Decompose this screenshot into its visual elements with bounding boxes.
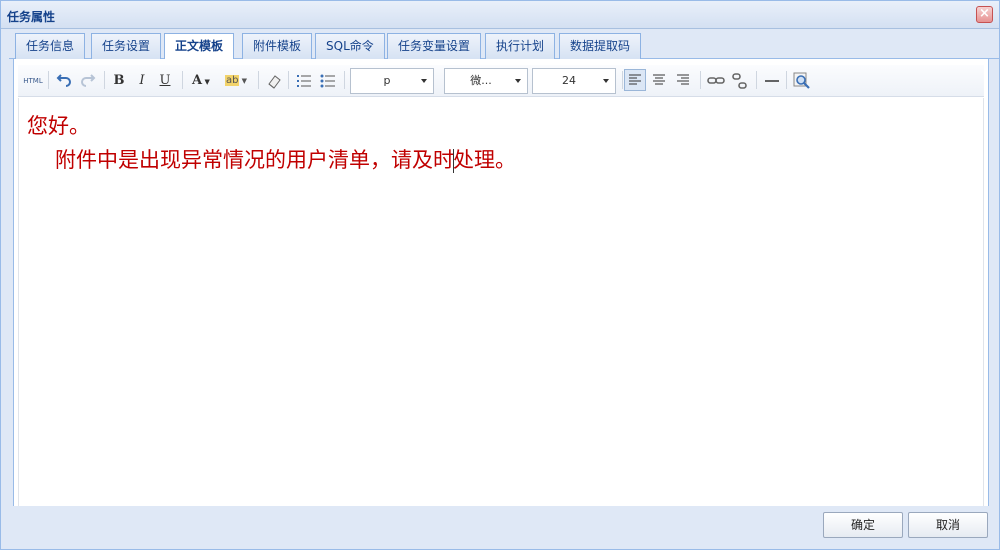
- align-right-button[interactable]: [672, 69, 694, 91]
- tab-body-template[interactable]: 正文模板: [164, 33, 235, 60]
- tab-task-settings[interactable]: 任务设置: [91, 33, 162, 59]
- rich-text-editor[interactable]: 您好。 附件中是出现异常情况的用户清单，请及时处理。: [18, 98, 984, 510]
- horizontal-rule-icon: [765, 80, 779, 82]
- toolbar-separator: [258, 71, 259, 89]
- horizontal-rule-button[interactable]: [760, 69, 782, 91]
- chevron-down-icon: ▼: [239, 77, 248, 85]
- toolbar-separator: [182, 71, 183, 89]
- unlink-icon: [732, 73, 747, 89]
- remove-link-button[interactable]: [728, 69, 750, 91]
- tab-schedule[interactable]: 执行计划: [485, 33, 556, 59]
- magnifier-icon: [793, 72, 810, 89]
- dialog-footer: 确定 取消: [1, 506, 999, 549]
- font-family-select[interactable]: 微...: [444, 68, 528, 94]
- editor-line-body: 附件中是出现异常情况的用户清单，请及时处理。: [55, 144, 516, 174]
- ok-button[interactable]: 确定: [823, 512, 903, 538]
- task-properties-dialog: 任务属性 × 任务信息 任务设置 正文模板 附件模板 SQL命令 任务变量设置 …: [0, 0, 1000, 550]
- undo-button[interactable]: [52, 69, 74, 91]
- tab-attachment-template[interactable]: 附件模板: [242, 33, 313, 59]
- highlight-icon: ab: [224, 75, 240, 86]
- bold-button[interactable]: B: [108, 69, 130, 91]
- highlight-color-button[interactable]: ab ▼: [220, 69, 252, 91]
- editor-text-after-caret: 处理。: [453, 148, 516, 172]
- unordered-list-button[interactable]: [316, 69, 338, 91]
- ordered-list-icon: [297, 75, 311, 87]
- chevron-down-icon: ▼: [202, 77, 210, 86]
- dialog-body: 任务信息 任务设置 正文模板 附件模板 SQL命令 任务变量设置 执行计划 数据…: [5, 31, 999, 515]
- close-button[interactable]: ×: [976, 6, 993, 23]
- editor-line-greeting: 您好。: [27, 114, 90, 138]
- toolbar-separator: [786, 71, 787, 89]
- body-template-panel: HTML B I U A ▼ ab ▼ p 微... 24 您好。 附件中是出现…: [13, 59, 989, 515]
- toolbar-separator: [288, 71, 289, 89]
- align-center-button[interactable]: [648, 69, 670, 91]
- dialog-title: 任务属性: [7, 10, 56, 24]
- toolbar-separator: [622, 71, 623, 89]
- tab-strip: 任务信息 任务设置 正文模板 附件模板 SQL命令 任务变量设置 执行计划 数据…: [9, 31, 999, 60]
- cancel-button[interactable]: 取消: [908, 512, 988, 538]
- align-right-icon: [677, 74, 689, 85]
- tab-sql-command[interactable]: SQL命令: [315, 33, 385, 59]
- eraser-icon: [268, 75, 281, 89]
- ordered-list-button[interactable]: [292, 69, 314, 91]
- paragraph-format-value: p: [383, 74, 391, 87]
- chevron-down-icon: [421, 79, 427, 83]
- dialog-titlebar[interactable]: 任务属性 ×: [1, 1, 999, 29]
- link-icon: [707, 77, 725, 84]
- align-left-button[interactable]: [624, 69, 646, 91]
- align-center-icon: [653, 74, 665, 85]
- font-size-select[interactable]: 24: [532, 68, 616, 94]
- font-color-button[interactable]: A ▼: [186, 69, 216, 91]
- font-color-icon: A: [192, 73, 203, 88]
- paragraph-format-select[interactable]: p: [350, 68, 434, 94]
- undo-icon: [56, 74, 71, 87]
- preview-button[interactable]: [790, 69, 812, 91]
- toolbar-separator: [344, 71, 345, 89]
- chevron-down-icon: [603, 79, 609, 83]
- redo-button[interactable]: [76, 69, 98, 91]
- unordered-list-icon: [320, 74, 335, 88]
- editor-text-before-caret: 附件中是出现异常情况的用户清单，请及时: [55, 148, 454, 172]
- italic-button[interactable]: I: [131, 69, 153, 91]
- insert-link-button[interactable]: [704, 69, 726, 91]
- tab-task-info[interactable]: 任务信息: [15, 33, 86, 59]
- font-size-value: 24: [562, 74, 576, 87]
- clear-format-button[interactable]: [262, 69, 284, 91]
- toolbar-separator: [700, 71, 701, 89]
- toolbar-separator: [756, 71, 757, 89]
- toolbar-separator: [104, 71, 105, 89]
- toolbar-separator: [48, 71, 49, 89]
- tab-task-variables[interactable]: 任务变量设置: [387, 33, 482, 59]
- close-icon: ×: [979, 6, 990, 21]
- align-left-icon: [629, 74, 641, 85]
- html-source-button[interactable]: HTML: [22, 69, 44, 91]
- tab-data-extract-code[interactable]: 数据提取码: [559, 33, 642, 59]
- redo-icon: [81, 74, 96, 87]
- font-family-value: 微...: [470, 74, 492, 87]
- editor-toolbar: HTML B I U A ▼ ab ▼ p 微... 24: [18, 65, 984, 97]
- chevron-down-icon: [515, 79, 521, 83]
- underline-button[interactable]: U: [154, 69, 176, 91]
